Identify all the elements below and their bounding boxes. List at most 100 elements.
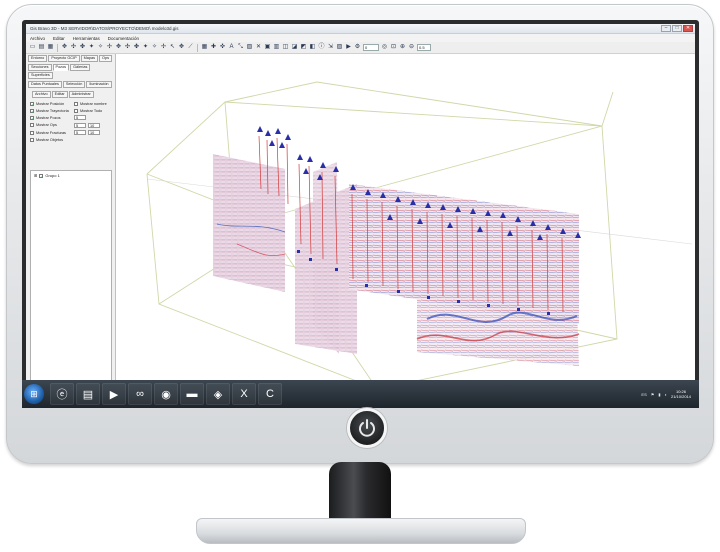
step-input[interactable]: 0 [363,44,379,51]
checkbox[interactable]: ✓ [30,102,34,107]
folder-icon[interactable]: ▤ [76,383,100,405]
camera-icon[interactable]: ✦ [142,44,149,51]
fly-icon[interactable]: ✢ [160,44,167,51]
snapshot-icon[interactable]: ▨ [336,44,343,51]
measure-icon[interactable]: ⟋ [187,44,194,51]
menu-documentacion[interactable]: Documentación [108,36,139,41]
clock[interactable]: 10:26 21/10/2014 [671,389,691,399]
subtab-administrar[interactable]: Administrar [68,91,94,98]
checkbox[interactable] [30,130,34,135]
zoom-in-icon[interactable]: ⊕ [399,44,406,51]
checkbox[interactable]: ✓ [30,115,34,120]
target-icon[interactable]: ◎ [381,44,388,51]
tree-item[interactable]: ⊞ ✓ Grupo 1 [31,171,111,180]
print-icon[interactable]: ▦ [47,44,54,51]
menu-herramientas[interactable]: Herramientas [73,36,100,41]
grid-icon[interactable]: ▦ [201,44,208,51]
tab-mapas[interactable]: Mapas [80,55,99,62]
expand-icon[interactable]: ⊞ [34,173,37,178]
tab-galerias[interactable]: Gálerías [70,64,91,71]
check-mostrar-objetos[interactable]: Mostrar Objetos [30,137,74,142]
zoom-out-icon[interactable]: ⊖ [408,44,415,51]
fracturas-depth-input[interactable]: 10 [88,130,100,135]
open-icon[interactable]: ▤ [38,44,45,51]
check-mostrar-pozos[interactable]: ✓ Mostrar Pozos [30,115,74,120]
flag-icon[interactable]: ⚑ [651,392,655,397]
ops-size-input[interactable]: 5 [74,122,86,128]
cursor-icon[interactable]: ↖ [169,44,176,51]
tab-datos-puntuales[interactable]: Datos Puntuales [28,81,62,88]
terminal-icon[interactable]: ▬ [180,383,204,405]
3d-viewport[interactable] [117,54,695,396]
excel-icon[interactable]: X [232,383,256,405]
hatch-icon[interactable]: ▧ [246,44,253,51]
visual-studio-icon[interactable]: ∞ [128,383,152,405]
surface-icon[interactable]: ◧ [309,44,316,51]
tab-seleccion[interactable]: Selección [62,81,86,88]
network-icon[interactable]: ▮ [658,392,660,397]
ops-depth-input[interactable]: 10 [88,122,100,128]
scale-icon[interactable]: ⤡ [237,44,244,51]
section-icon[interactable]: ◪ [291,44,298,51]
start-button[interactable]: ⊞ [24,384,44,404]
zoom-input[interactable]: 0.5 [417,44,431,51]
power-button[interactable] [347,408,387,448]
checkbox[interactable] [74,108,78,113]
layers-icon[interactable]: ▥ [273,44,280,51]
language-indicator[interactable]: ES [641,392,646,397]
axis-icon[interactable]: ✚ [210,44,217,51]
tab-superficies[interactable]: Superficies [28,72,53,79]
text-icon[interactable]: A [228,44,235,51]
walk-icon[interactable]: ✧ [151,44,158,51]
check-mostrar-posicion[interactable]: ✓ Mostrar Posición [30,102,74,107]
rotate-icon[interactable]: ✥ [61,44,68,51]
menu-archivo[interactable]: Archivo [30,36,45,41]
view-iso-icon[interactable]: ✣ [124,44,131,51]
tab-ops[interactable]: Ops [99,55,113,62]
view-top-icon[interactable]: ✥ [115,44,122,51]
tab-entorno[interactable]: Entorno [28,55,48,62]
volume-icon[interactable]: ◖ [665,392,667,397]
select-icon[interactable]: ✥ [178,44,185,51]
minimize-button[interactable]: – [661,25,671,32]
settings-icon[interactable]: ⚙ [354,44,361,51]
subtab-archivo[interactable]: Archivo [32,91,51,98]
maximize-button[interactable]: □ [672,25,682,32]
checkbox[interactable]: ✓ [30,108,34,113]
new-icon[interactable]: ▭ [29,44,36,51]
align-icon[interactable]: ✜ [219,44,226,51]
pan-icon[interactable]: ✣ [70,44,77,51]
tab-pozos[interactable]: Pozos [52,64,70,71]
check-mostrar-trayectoria[interactable]: ✓ Mostrar Trayectoria [30,108,74,113]
view-side-icon[interactable]: ✢ [106,44,113,51]
subtab-editar[interactable]: Editar [51,91,68,98]
fracturas-size-input[interactable]: 5 [74,130,86,135]
chrome-icon[interactable]: ◉ [154,383,178,405]
checkbox[interactable] [30,137,34,142]
checkbox[interactable]: ✓ [39,173,44,178]
video-icon[interactable]: ▶ [345,44,352,51]
light-icon[interactable]: ✤ [133,44,140,51]
frame-icon[interactable]: ▣ [264,44,271,51]
tab-proyecto[interactable]: Proyecto GCIP [48,55,80,62]
view-front-icon[interactable]: ✧ [97,44,104,51]
cube-icon[interactable]: ◫ [282,44,289,51]
orbit-icon[interactable]: ✤ [79,44,86,51]
tab-secciones[interactable]: Secciones [28,64,52,71]
cross-icon[interactable]: ✕ [255,44,262,51]
menu-editar[interactable]: Editar [53,36,65,41]
app-c-icon[interactable]: C [258,383,282,405]
well-group-tree[interactable]: ⊞ ✓ Grupo 1 [30,170,112,390]
media-icon[interactable]: ▶ [102,383,126,405]
tab-iluminacion[interactable]: Iluminación [86,81,112,88]
tilt-icon[interactable]: ✦ [88,44,95,51]
check-mostrar-ops[interactable]: Mostrar Ops [30,123,74,128]
checkbox[interactable] [30,123,34,127]
well-icon[interactable]: ◩ [300,44,307,51]
zoom-fit-icon[interactable]: ⊡ [390,44,397,51]
checkbox[interactable] [74,102,78,106]
close-button[interactable]: ✕ [683,25,693,32]
check-mostrar-nombre[interactable]: Mostrar nombre [74,102,114,106]
info-icon[interactable]: ⓘ [318,44,325,51]
gis-app-icon[interactable]: ◈ [206,383,230,405]
